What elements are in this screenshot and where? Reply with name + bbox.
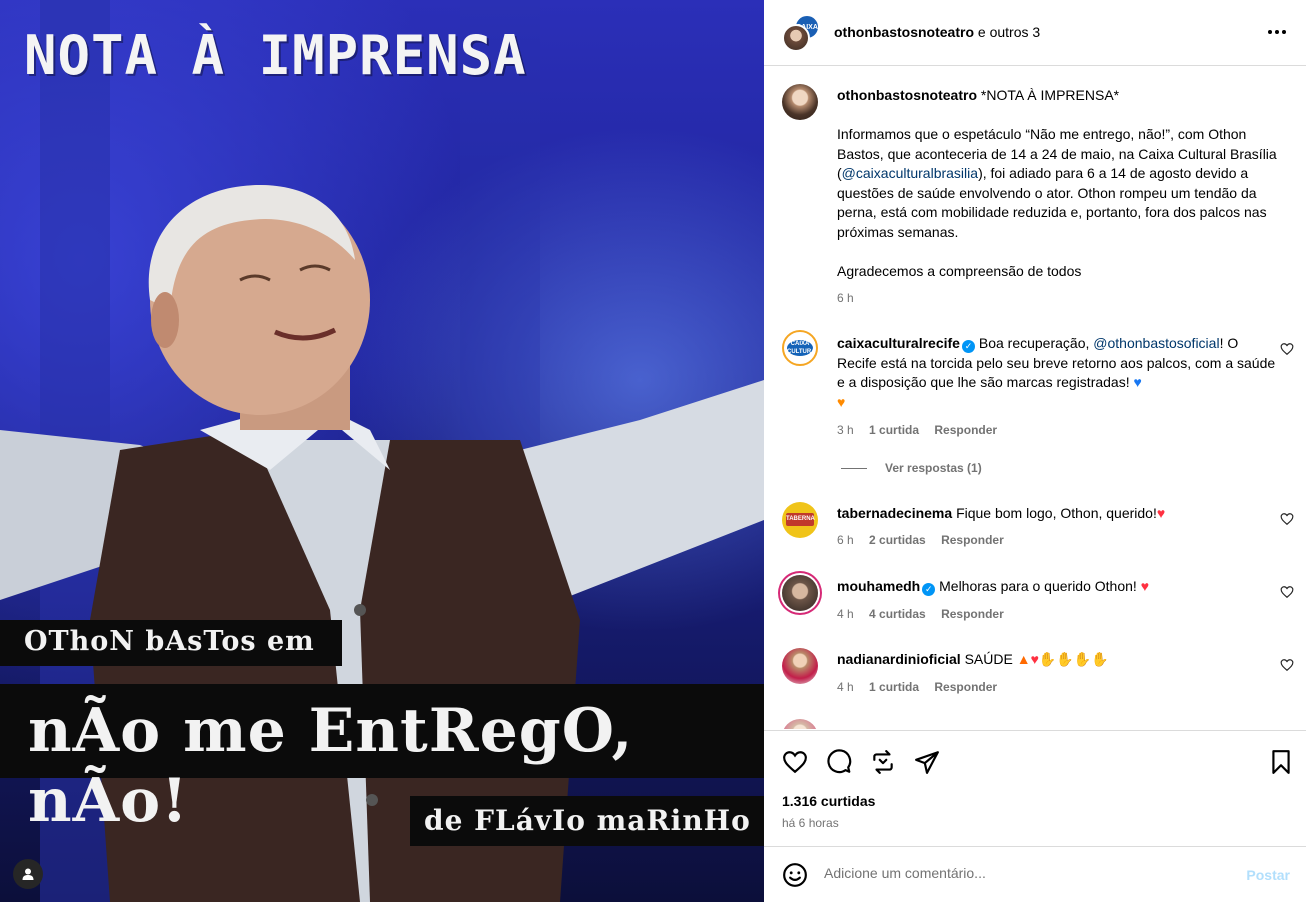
like-icon[interactable] [782, 749, 808, 775]
comment-time[interactable]: 3 h [837, 423, 854, 437]
header-collab-suffix[interactable]: e outros 3 [978, 24, 1040, 40]
avatar[interactable]: TABERNA [782, 502, 818, 538]
comment-body: Fique bom logo, Othon, querido! [956, 505, 1157, 521]
caption-headline: *NOTA À IMPRENSA* [980, 87, 1120, 103]
avatar[interactable] [782, 719, 818, 729]
caption-text: othonbastosnoteatro *NOTA À IMPRENSA* In… [837, 86, 1277, 281]
comments-scroll-area[interactable]: othonbastosnoteatro *NOTA À IMPRENSA* In… [764, 67, 1306, 729]
comment-icon[interactable] [826, 749, 852, 775]
comment-meta: 6 h 2 curtidas Responder [837, 533, 1016, 547]
comment-time[interactable]: 4 h [837, 607, 854, 621]
post-header: CAIXA othonbastosnoteatro e outros 3 [764, 0, 1306, 66]
comment-likes[interactable]: 2 curtidas [869, 533, 926, 547]
reply-button[interactable]: Responder [934, 680, 997, 694]
comment-time[interactable]: 4 h [837, 680, 854, 694]
collab-avatars[interactable]: CAIXA [782, 14, 820, 54]
post-image[interactable]: NOTA À IMPRENSA OThoN bAsTos em nÃo me E… [0, 0, 764, 902]
comment-composer: Postar [764, 846, 1306, 902]
save-icon[interactable] [1268, 749, 1294, 775]
avatar[interactable] [782, 575, 818, 611]
verified-badge-icon: ✓ [922, 583, 936, 596]
like-comment-icon[interactable] [1280, 512, 1294, 526]
dot-icon [1275, 30, 1279, 34]
mention-link[interactable]: @caixaculturalbrasilia [842, 165, 978, 181]
comment-text: tabernadecinema Fique bom logo, Othon, q… [837, 504, 1277, 524]
blue-heart-icon: ♥ [1133, 374, 1142, 390]
red-heart-icon: ♥ [1030, 651, 1039, 667]
verified-badge-icon: ✓ [961, 340, 975, 353]
header-authors[interactable]: othonbastosnoteatro e outros 3 [834, 24, 1040, 40]
share-icon[interactable] [914, 749, 940, 775]
comment-body: Melhoras para o querido Othon! [939, 578, 1137, 594]
comment-body: SAÚDE [964, 651, 1013, 667]
likes-count[interactable]: 1.316 curtidas [782, 793, 875, 809]
repost-icon[interactable] [870, 749, 896, 775]
comment-text: caixaculturalrecife ✓ Boa recuperação, @o… [837, 334, 1277, 412]
comment-meta: 4 h 4 curtidas Responder [837, 607, 1016, 621]
comment-likes[interactable]: 1 curtida [869, 423, 919, 437]
comment-meta: 4 h 1 curtida Responder [837, 680, 1009, 694]
emoji-picker-icon[interactable] [782, 862, 808, 888]
media-caption-actor: OThoN bAsTos em [0, 620, 342, 666]
red-heart-icon: ♥ [1140, 578, 1150, 594]
more-options-button[interactable] [1264, 22, 1290, 42]
view-replies-label[interactable]: Ver respostas (1) [885, 461, 982, 475]
caption-username[interactable]: othonbastosnoteatro [837, 87, 977, 103]
view-replies-button[interactable]: Ver respostas (1) [841, 461, 982, 475]
caption-meta: 6 h [837, 291, 866, 305]
tagged-users-button[interactable] [13, 859, 43, 889]
comment-meta: 3 h 1 curtida Responder [837, 423, 1009, 437]
comment-likes[interactable]: 1 curtida [869, 680, 919, 694]
media-caption-author: de FLávIo maRinHo [410, 796, 764, 846]
reply-button[interactable]: Responder [941, 533, 1004, 547]
post-actions: 1.316 curtidas há 6 horas [764, 730, 1306, 840]
like-comment-icon[interactable] [1280, 658, 1294, 672]
avatar[interactable] [782, 648, 818, 684]
divider [841, 468, 867, 470]
avatar [782, 24, 810, 52]
avatar[interactable]: CAIXA CULTURAL [782, 330, 818, 366]
caption-paragraph-2: Agradecemos a compreensão de todos [837, 262, 1082, 279]
media-title: NOTA À IMPRENSA [24, 24, 527, 87]
dot-icon [1282, 30, 1286, 34]
comment-text: nadianardinioficial SAÚDE ▲♥✋✋✋✋ [837, 650, 1277, 670]
reply-button[interactable]: Responder [934, 423, 997, 437]
comment-username[interactable]: mouhamedh [837, 578, 920, 594]
comment-username[interactable]: nadianardinioficial [837, 651, 961, 667]
post-time[interactable]: há 6 horas [782, 816, 839, 830]
red-heart-icon: ♥ [1156, 505, 1166, 521]
like-comment-icon[interactable] [1280, 585, 1294, 599]
fire-icon: ▲ [1016, 651, 1031, 667]
like-comment-icon[interactable] [1280, 342, 1294, 356]
media-caption-show: nÃo me EntRegO, nÃo! [0, 684, 764, 836]
user-icon [22, 868, 34, 880]
avatar[interactable] [782, 84, 818, 120]
post-side-panel: CAIXA othonbastosnoteatro e outros 3 oth… [764, 0, 1306, 902]
caption-time[interactable]: 6 h [837, 291, 854, 305]
clap-icon: ✋✋✋✋ [1038, 651, 1109, 667]
header-username[interactable]: othonbastosnoteatro [834, 24, 974, 40]
comment-username[interactable]: tabernadecinema [837, 505, 952, 521]
mention-link[interactable]: @othonbastosoficial [1093, 335, 1219, 351]
orange-heart-icon: ♥ [837, 393, 846, 410]
dot-icon [1268, 30, 1272, 34]
post-comment-button[interactable]: Postar [1246, 867, 1290, 883]
comment-input[interactable] [824, 865, 1224, 881]
reply-button[interactable]: Responder [941, 607, 1004, 621]
comment-body: Boa recuperação, [978, 335, 1090, 351]
comment-username[interactable]: caixaculturalrecife [837, 335, 960, 351]
comment-time[interactable]: 6 h [837, 533, 854, 547]
comment-text: mouhamedh ✓ Melhoras para o querido Othon… [837, 577, 1277, 597]
comment-likes[interactable]: 4 curtidas [869, 607, 926, 621]
